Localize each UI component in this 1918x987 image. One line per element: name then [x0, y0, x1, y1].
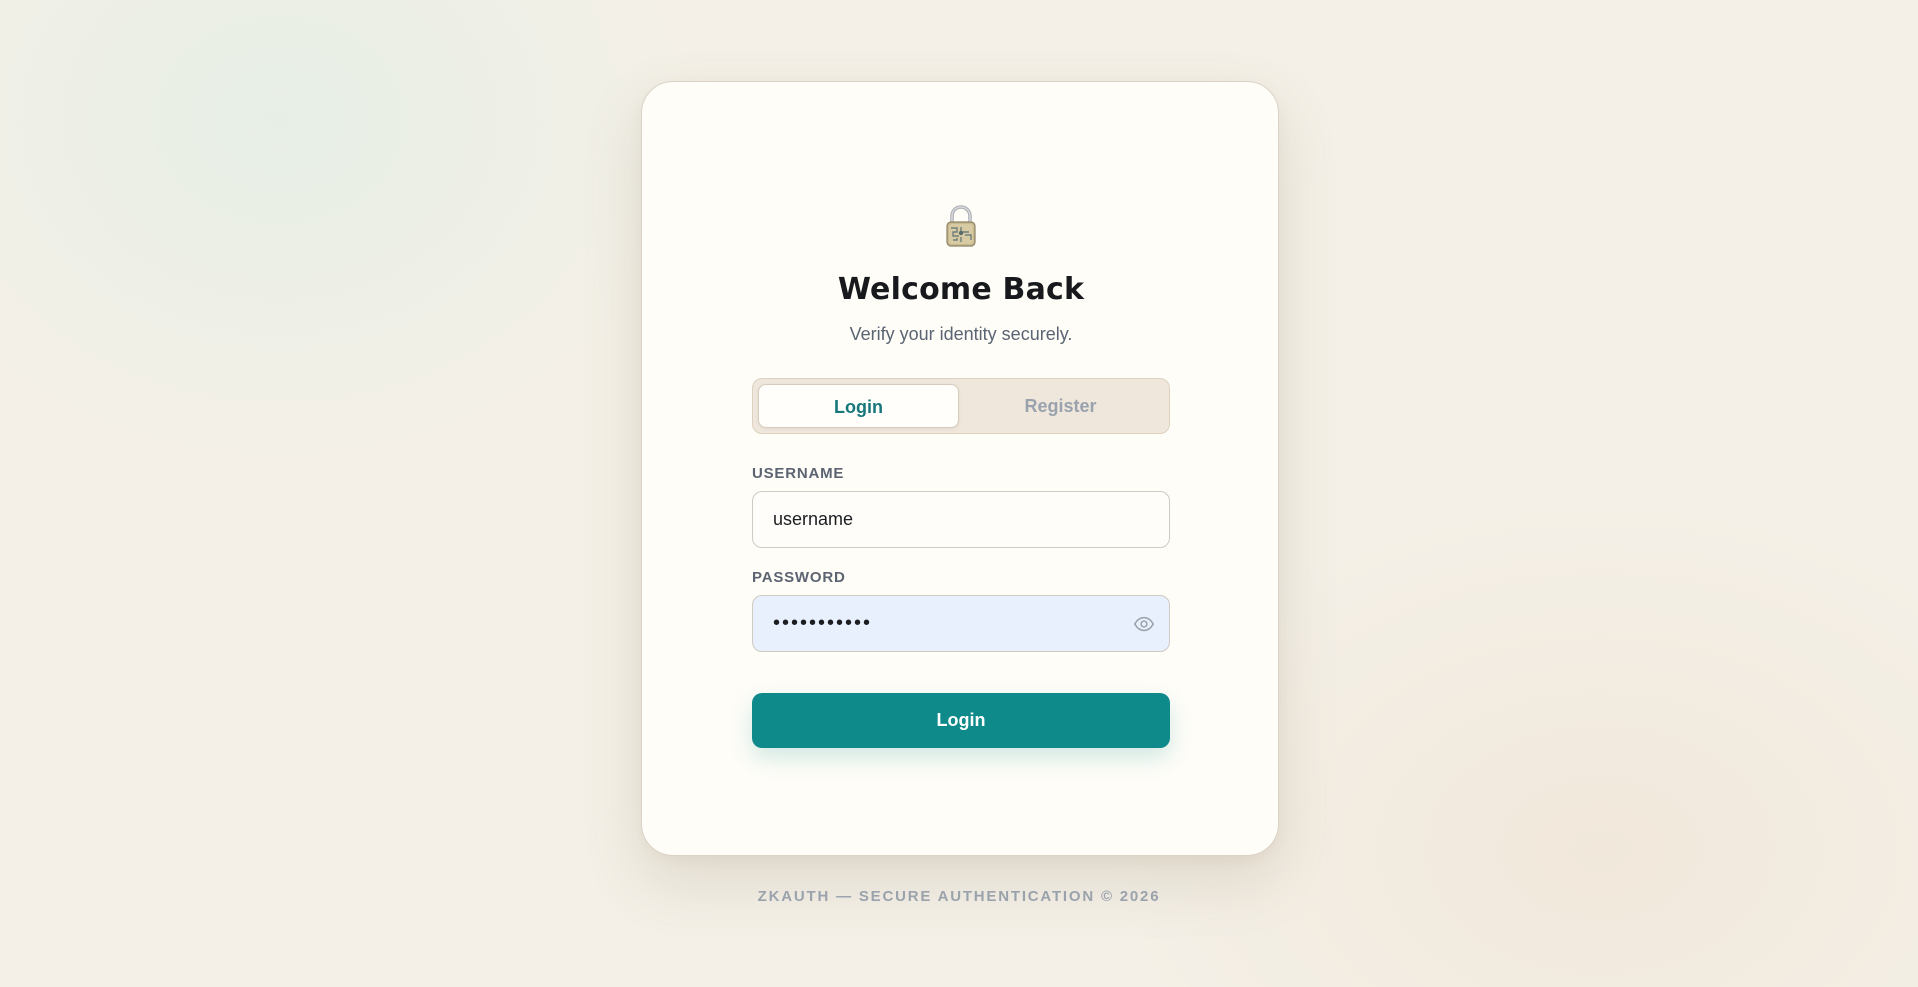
tab-register[interactable]: Register [960, 384, 1161, 428]
password-input[interactable] [773, 596, 1113, 651]
username-input[interactable] [773, 492, 1113, 547]
username-label: USERNAME [752, 465, 845, 482]
eye-icon[interactable] [1133, 613, 1155, 635]
footer-text: ZKAUTH — SECURE AUTHENTICATION © 2026 [757, 888, 1161, 905]
auth-mode-tabs: Login Register [752, 378, 1170, 434]
padlock-icon [946, 205, 976, 247]
page-subtitle: Verify your identity securely. [849, 324, 1073, 344]
password-label: PASSWORD [752, 569, 846, 586]
login-button[interactable]: Login [752, 693, 1170, 748]
page-title: Welcome Back [837, 272, 1085, 307]
password-field-container [752, 595, 1170, 652]
tab-login[interactable]: Login [758, 384, 959, 428]
username-field-container [752, 491, 1170, 548]
login-card: Welcome Back Verify your identity secure… [641, 81, 1279, 856]
